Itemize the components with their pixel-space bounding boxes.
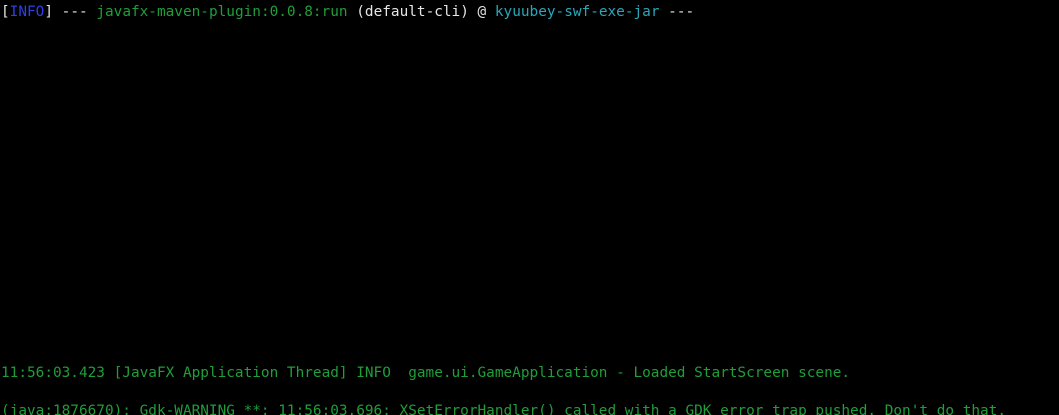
- info-tag: INFO: [9, 4, 45, 20]
- log-line-gdk-warning: (java:1876670): Gdk-WARNING **: 11:56:03…: [1, 403, 1007, 415]
- project-name: kyuubey-swf-exe-jar: [494, 4, 660, 20]
- plugin-goal: javafx-maven-plugin:0.0.8:run: [96, 4, 348, 20]
- terminal-output[interactable]: [INFO] --- javafx-maven-plugin:0.0.8:run…: [0, 0, 1059, 415]
- bracket-open: [: [1, 4, 10, 20]
- bracket-close: ]: [44, 4, 53, 20]
- dashes-suffix: ---: [659, 4, 695, 20]
- maven-plugin-header-line: [INFO] --- javafx-maven-plugin:0.0.8:run…: [1, 3, 694, 21]
- execution-id: (default-cli) @: [347, 4, 495, 20]
- log-line-start-screen: 11:56:03.423 [JavaFX Application Thread]…: [1, 365, 851, 381]
- dashes-prefix: ---: [53, 4, 97, 20]
